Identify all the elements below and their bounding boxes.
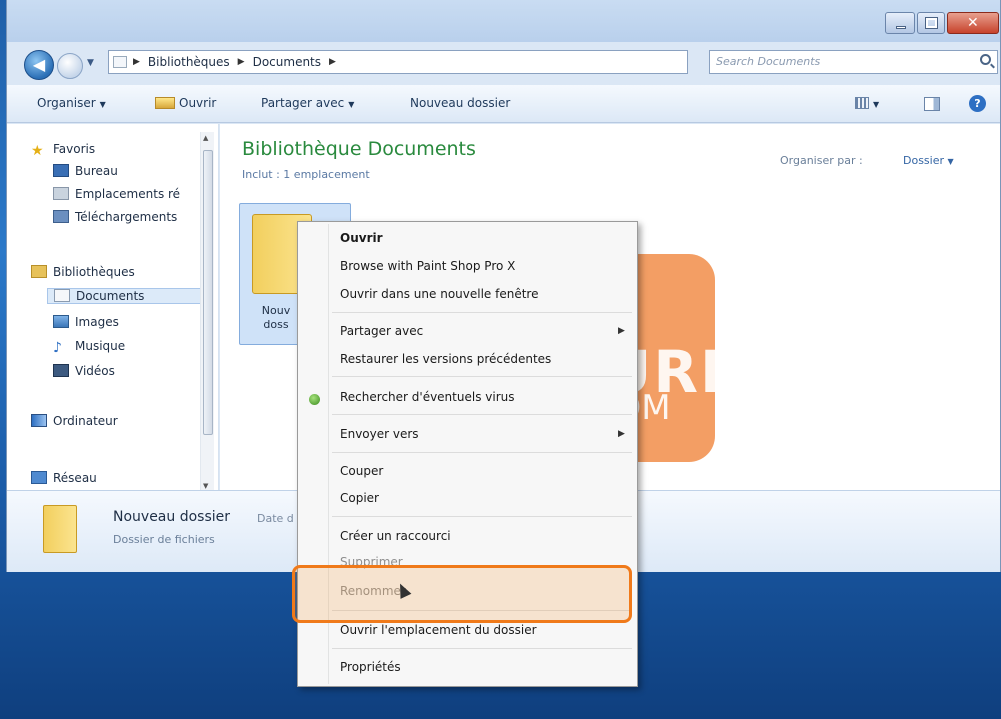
music-icon: ♪ xyxy=(53,340,62,356)
preview-pane-icon[interactable] xyxy=(924,97,940,111)
library-title: Bibliothèque Documents xyxy=(242,138,476,160)
command-bar: Organiser ▼ Ouvrir Partager avec ▼ Nouveau… xyxy=(7,85,1000,123)
nav-item-favorites[interactable]: ★ Favoris xyxy=(31,142,95,159)
address-bar[interactable]: ▶ Bibliothèques ▶ Documents ▶ ▼ ↻ xyxy=(108,50,786,74)
menu-item-open-new-window[interactable]: Ouvrir dans une nouvelle fenêtre xyxy=(340,287,538,301)
nav-item-network[interactable]: Réseau xyxy=(31,471,97,485)
libraries-icon xyxy=(31,265,47,278)
scroll-down-icon[interactable]: ▼ xyxy=(203,482,208,490)
forward-button[interactable] xyxy=(57,53,83,79)
minimize-button[interactable] xyxy=(885,12,915,34)
menu-item-open-folder-location[interactable]: Ouvrir l'emplacement du dossier xyxy=(340,623,537,637)
details-date-label: Date d xyxy=(257,512,294,525)
search-input[interactable]: Search Documents xyxy=(709,50,998,74)
network-icon xyxy=(31,471,47,484)
close-button[interactable]: ✕ xyxy=(947,12,999,34)
location-icon xyxy=(113,56,127,68)
open-button[interactable]: Ouvrir xyxy=(155,96,216,110)
breadcrumb-documents[interactable]: Documents xyxy=(253,55,321,69)
nav-item-downloads[interactable]: Téléchargements xyxy=(53,210,177,224)
chevron-down-icon: ▼ xyxy=(348,100,355,109)
menu-item-open[interactable]: Ouvrir xyxy=(340,231,383,245)
maximize-icon xyxy=(925,17,938,29)
menu-separator xyxy=(332,516,632,517)
recent-places-icon xyxy=(53,187,69,200)
scroll-thumb[interactable] xyxy=(203,150,213,435)
view-icon xyxy=(855,97,869,109)
nav-item-images[interactable]: Images xyxy=(53,315,119,329)
folder-icon xyxy=(43,505,77,553)
nav-item-libraries[interactable]: Bibliothèques xyxy=(31,265,135,279)
back-button[interactable]: ◀ xyxy=(24,50,54,80)
help-icon[interactable]: ? xyxy=(969,95,986,112)
open-folder-icon xyxy=(155,97,175,109)
menu-item-copy[interactable]: Copier xyxy=(340,491,379,505)
close-icon: ✕ xyxy=(967,15,979,31)
menu-item-properties[interactable]: Propriétés xyxy=(340,660,401,674)
rename-highlight-box xyxy=(292,565,632,623)
menu-separator xyxy=(332,312,632,313)
downloads-icon xyxy=(53,210,69,223)
documents-icon xyxy=(54,289,70,302)
star-icon: ★ xyxy=(31,143,44,159)
breadcrumb-separator-icon: ▶ xyxy=(329,57,336,67)
menu-item-cut[interactable]: Couper xyxy=(340,464,383,478)
organise-button[interactable]: Organiser ▼ xyxy=(37,96,106,110)
submenu-arrow-icon: ▶ xyxy=(618,429,625,439)
details-item-name: Nouveau dossier xyxy=(113,509,231,525)
submenu-arrow-icon: ▶ xyxy=(618,326,625,336)
share-with-button[interactable]: Partager avec ▼ xyxy=(261,96,354,110)
menu-separator xyxy=(332,414,632,415)
nav-item-videos[interactable]: Vidéos xyxy=(53,364,115,378)
computer-icon xyxy=(31,414,47,427)
antivirus-icon xyxy=(309,394,320,405)
chevron-down-icon: ▼ xyxy=(947,157,954,166)
arrange-by-label: Organiser par : xyxy=(780,154,863,167)
scroll-up-icon[interactable]: ▲ xyxy=(203,134,208,142)
new-folder-button[interactable]: Nouveau dossier xyxy=(410,96,510,110)
change-view-button[interactable]: ▼ xyxy=(855,96,885,110)
library-locations-link[interactable]: Inclut : 1 emplacement xyxy=(242,168,370,181)
maximize-button[interactable] xyxy=(917,12,945,34)
minimize-icon xyxy=(896,26,906,29)
chevron-down-icon: ▼ xyxy=(873,100,880,109)
arrange-by-dropdown[interactable]: Dossier ▼ xyxy=(903,154,954,167)
recent-pages-dropdown[interactable]: ▼ xyxy=(87,58,99,72)
search-icon[interactable] xyxy=(980,54,991,65)
menu-item-share-with[interactable]: Partager avec xyxy=(340,324,423,338)
breadcrumb-separator-icon: ▶ xyxy=(237,57,245,67)
breadcrumb-libraries[interactable]: Bibliothèques xyxy=(148,55,230,69)
menu-item-create-shortcut[interactable]: Créer un raccourci xyxy=(340,529,451,543)
menu-separator xyxy=(332,648,632,649)
nav-item-recent-places[interactable]: Emplacements ré xyxy=(53,187,180,201)
breadcrumb-separator-icon: ▶ xyxy=(133,57,140,67)
menu-item-restore-previous-versions[interactable]: Restaurer les versions précédentes xyxy=(340,352,551,366)
menu-item-send-to[interactable]: Envoyer vers xyxy=(340,427,419,441)
nav-scrollbar[interactable]: ▲ ▼ xyxy=(200,132,214,490)
desktop-icon xyxy=(53,164,69,177)
menu-separator xyxy=(332,376,632,377)
images-icon xyxy=(53,315,69,328)
search-placeholder: Search Documents xyxy=(716,55,821,68)
nav-item-documents[interactable]: Documents xyxy=(47,288,205,304)
details-item-type: Dossier de fichiers xyxy=(113,533,215,546)
navigation-pane: ★ Favoris Bureau Emplacements ré Téléchar… xyxy=(7,124,219,490)
videos-icon xyxy=(53,364,69,377)
nav-item-desktop[interactable]: Bureau xyxy=(53,164,118,178)
title-bar: ✕ xyxy=(7,0,1000,42)
menu-separator xyxy=(332,452,632,453)
nav-item-computer[interactable]: Ordinateur xyxy=(31,414,118,428)
chevron-down-icon: ▼ xyxy=(99,100,106,109)
menu-item-scan-virus[interactable]: Rechercher d'éventuels virus xyxy=(340,390,514,404)
menu-item-browse-paint-shop[interactable]: Browse with Paint Shop Pro X xyxy=(340,259,515,273)
nav-item-music[interactable]: ♪ Musique xyxy=(53,339,125,355)
